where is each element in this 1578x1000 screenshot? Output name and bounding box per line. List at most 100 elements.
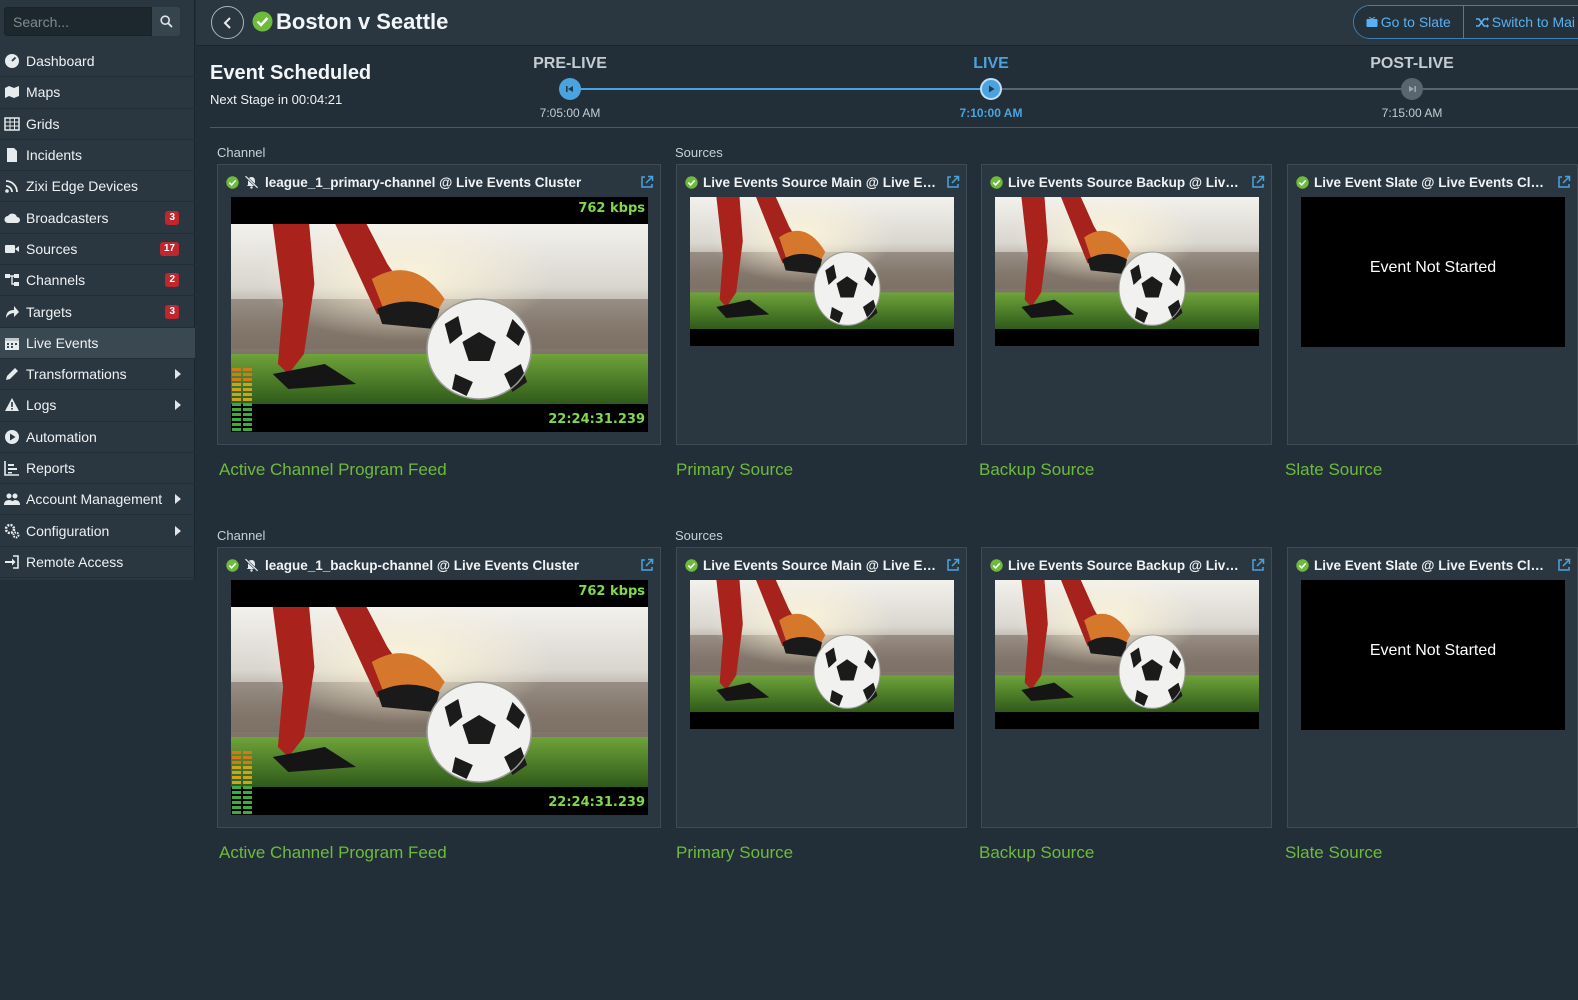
sidebar-item-dashboard[interactable]: Dashboard [0, 46, 195, 78]
check-circle-icon [990, 175, 1003, 189]
external-link-icon[interactable] [1557, 558, 1571, 572]
search-input[interactable] [4, 7, 152, 36]
check-circle-icon [252, 11, 273, 32]
sidebar-item-broadcasters[interactable]: Broadcasters 3 [0, 202, 195, 234]
timeline-step-postlive[interactable] [1401, 78, 1423, 100]
channel-panel-header: league_1_backup-channel @ Live Events Cl… [226, 556, 654, 574]
go-to-slate-button[interactable]: Go to Slate [1353, 6, 1463, 38]
sidebar-item-label: Broadcasters [26, 209, 109, 226]
external-link-icon[interactable] [1251, 175, 1265, 189]
sidebar-item-label: Zixi Edge Devices [26, 178, 139, 195]
source-video-preview[interactable] [995, 197, 1259, 346]
search-button[interactable] [152, 7, 180, 36]
timeline-step-time-live: 7:10:00 AM [959, 106, 1023, 120]
calendar-icon [4, 335, 20, 351]
search-icon [159, 15, 173, 28]
feed-label: Slate Source [1285, 460, 1383, 479]
switch-to-main-label: Switch to Mai [1491, 14, 1575, 30]
source-video-preview[interactable] [690, 197, 954, 346]
sidebar-item-label: Remote Access [26, 553, 124, 570]
sidebar-item-label: Automation [26, 428, 97, 445]
caret-right-icon [175, 494, 181, 505]
external-link-icon[interactable] [640, 175, 654, 189]
dashboard-icon [4, 53, 20, 69]
page-title: Boston v Seattle [276, 9, 449, 34]
slate-video-preview[interactable]: Event Not Started [1301, 580, 1565, 730]
source-panel-header: Live Event Slate @ Live Events Cluster [1296, 173, 1571, 191]
source-panel-header: Live Events Source Backup @ Live Events … [990, 556, 1265, 574]
search-box [4, 7, 180, 36]
next-stage-countdown: Next Stage in 00:04:21 [210, 92, 343, 107]
sidebar-item-automation[interactable]: Automation [0, 422, 195, 453]
sidebar-nav: Dashboard Maps Grids Incidents Zixi Edge Dev… [0, 46, 195, 579]
play-icon [989, 85, 995, 93]
timeline-step-live[interactable] [980, 78, 1002, 100]
count-badge: 3 [165, 210, 179, 225]
source-video-preview[interactable] [690, 580, 954, 729]
channel-panel-header: league_1_primary-channel @ Live Events C… [226, 173, 654, 191]
sidebar-item-zixi-edge-devices[interactable]: Zixi Edge Devices [0, 171, 195, 203]
back-button[interactable] [211, 6, 244, 39]
sidebar-item-label: Reports [26, 460, 76, 476]
count-badge: 17 [159, 241, 179, 256]
sidebar-item-sources[interactable]: Sources 17 [0, 234, 195, 266]
channel-video-preview[interactable]: 762 kbps 22:24:31.239 [231, 580, 648, 815]
caret-right-icon [175, 525, 181, 536]
source-title[interactable]: Live Event Slate @ Live Events Cluster [1314, 175, 1551, 190]
sidebar: Dashboard Maps Grids Incidents Zixi Edge Dev… [0, 0, 195, 580]
source-title[interactable]: Live Event Slate @ Live Events Cluster [1314, 558, 1551, 573]
sidebar-item-account-management[interactable]: Account Management [0, 484, 195, 516]
source-title[interactable]: Live Events Source Main @ Live Events Cl… [703, 175, 940, 190]
timeline-track [569, 88, 1578, 90]
stage-title: Event Scheduled [210, 62, 372, 84]
sidebar-item-label: Targets [26, 303, 72, 320]
soccer-video-frame [995, 197, 1259, 329]
sidebar-item-logs[interactable]: Logs [0, 390, 195, 422]
channel-section-label: Channel [217, 145, 266, 160]
sidebar-item-channels[interactable]: Channels 2 [0, 265, 195, 297]
feed-label: Active Channel Program Feed [219, 460, 447, 479]
sidebar-item-targets[interactable]: Targets 3 [0, 296, 195, 328]
sidebar-item-label: Dashboard [26, 53, 95, 70]
event-not-started-label: Event Not Started [1369, 259, 1497, 276]
sidebar-item-configuration[interactable]: Configuration [0, 515, 195, 547]
channel-title[interactable]: league_1_primary-channel @ Live Events C… [265, 175, 634, 190]
source-panel-header: Live Events Source Main @ Live Events Cl… [685, 556, 960, 574]
caret-right-icon [175, 400, 181, 411]
sidebar-item-live-events[interactable]: Live Events [0, 327, 195, 359]
bitrate-label: 762 kbps [578, 584, 645, 599]
feed-label: Primary Source [676, 843, 794, 862]
sidebar-item-incidents[interactable]: Incidents [0, 140, 195, 172]
sidebar-item-reports[interactable]: Reports [0, 453, 195, 485]
external-link-icon[interactable] [1251, 558, 1265, 572]
muted-bell-icon [244, 558, 259, 572]
header-button-group: Go to Slate Switch to Mai [1352, 5, 1578, 39]
play-circle-icon [4, 429, 20, 445]
tv-icon [1366, 16, 1378, 27]
sidebar-item-transformations[interactable]: Transformations [0, 359, 195, 391]
channel-title[interactable]: league_1_backup-channel @ Live Events Cl… [265, 558, 634, 573]
header: Boston v Seattle Go to Slate Switch to M… [196, 0, 1578, 46]
slate-video-preview[interactable]: Event Not Started [1301, 197, 1565, 347]
source-title[interactable]: Live Events Source Backup @ Live Events … [1008, 175, 1245, 190]
external-link-icon[interactable] [640, 558, 654, 572]
switch-to-main-button[interactable]: Switch to Mai [1462, 6, 1578, 38]
cogs-icon [4, 523, 20, 539]
grid-icon [4, 116, 20, 132]
source-panel: Live Events Source Backup @ Live Events … [981, 547, 1272, 828]
sidebar-item-grids[interactable]: Grids [0, 109, 195, 140]
users-icon [4, 491, 20, 507]
sidebar-item-remote-access[interactable]: Remote Access [0, 547, 195, 579]
sidebar-item-maps[interactable]: Maps [0, 77, 195, 109]
source-video-preview[interactable] [995, 580, 1259, 729]
source-title[interactable]: Live Events Source Main @ Live Events Cl… [703, 558, 940, 573]
source-panel: Live Events Source Main @ Live Events Cl… [676, 547, 967, 828]
external-link-icon[interactable] [946, 558, 960, 572]
source-title[interactable]: Live Events Source Backup @ Live Events … [1008, 558, 1245, 573]
sidebar-item-label: Account Management [26, 491, 163, 508]
timeline-step-prelive[interactable] [559, 78, 581, 100]
external-link-icon[interactable] [946, 175, 960, 189]
soccer-video-frame [995, 580, 1259, 712]
external-link-icon[interactable] [1557, 175, 1571, 189]
channel-video-preview[interactable]: 762 kbps 22:24:31.239 [231, 197, 648, 432]
